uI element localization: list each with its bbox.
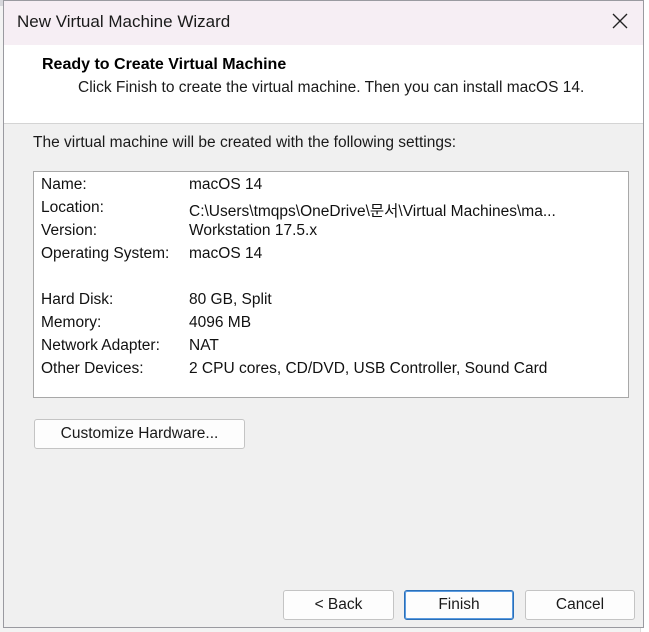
title-bar: New Virtual Machine Wizard [4, 1, 643, 45]
page-description: Click Finish to create the virtual machi… [78, 79, 585, 96]
setting-label: Other Devices: [41, 360, 144, 377]
window-title: New Virtual Machine Wizard [17, 12, 231, 31]
close-icon [612, 13, 628, 34]
setting-value: NAT [189, 337, 219, 354]
setting-value: macOS 14 [189, 245, 263, 262]
wizard-window: New Virtual Machine Wizard Ready to Crea… [3, 0, 644, 628]
page-title: Ready to Create Virtual Machine [42, 56, 287, 73]
setting-value: 4096 MB [189, 314, 252, 331]
customize-hardware-button[interactable]: Customize Hardware... [34, 419, 245, 449]
close-button[interactable] [597, 1, 643, 45]
wizard-content: The virtual machine will be created with… [4, 124, 643, 627]
setting-label: Operating System: [41, 245, 170, 262]
setting-label: Network Adapter: [41, 337, 160, 354]
setting-value: 2 CPU cores, CD/DVD, USB Controller, Sou… [189, 360, 548, 377]
setting-value: 80 GB, Split [189, 291, 272, 308]
setting-value: C:\Users\tmqps\OneDrive\문서\Virtual Machi… [189, 203, 556, 220]
back-button[interactable]: < Back [283, 590, 394, 620]
setting-label: Memory: [41, 314, 102, 331]
setting-label: Version: [41, 222, 98, 239]
settings-intro: The virtual machine will be created with… [33, 134, 457, 151]
setting-value: Workstation 17.5.x [189, 222, 318, 239]
setting-label: Name: [41, 176, 87, 193]
setting-label: Hard Disk: [41, 291, 114, 308]
finish-button[interactable]: Finish [404, 590, 514, 620]
wizard-header: Ready to Create Virtual Machine Click Fi… [4, 45, 643, 124]
setting-label: Location: [41, 199, 104, 216]
cancel-button[interactable]: Cancel [525, 590, 635, 620]
setting-value: macOS 14 [189, 176, 263, 193]
settings-summary: Name: macOS 14 Location: C:\Users\tmqps\… [33, 171, 629, 398]
